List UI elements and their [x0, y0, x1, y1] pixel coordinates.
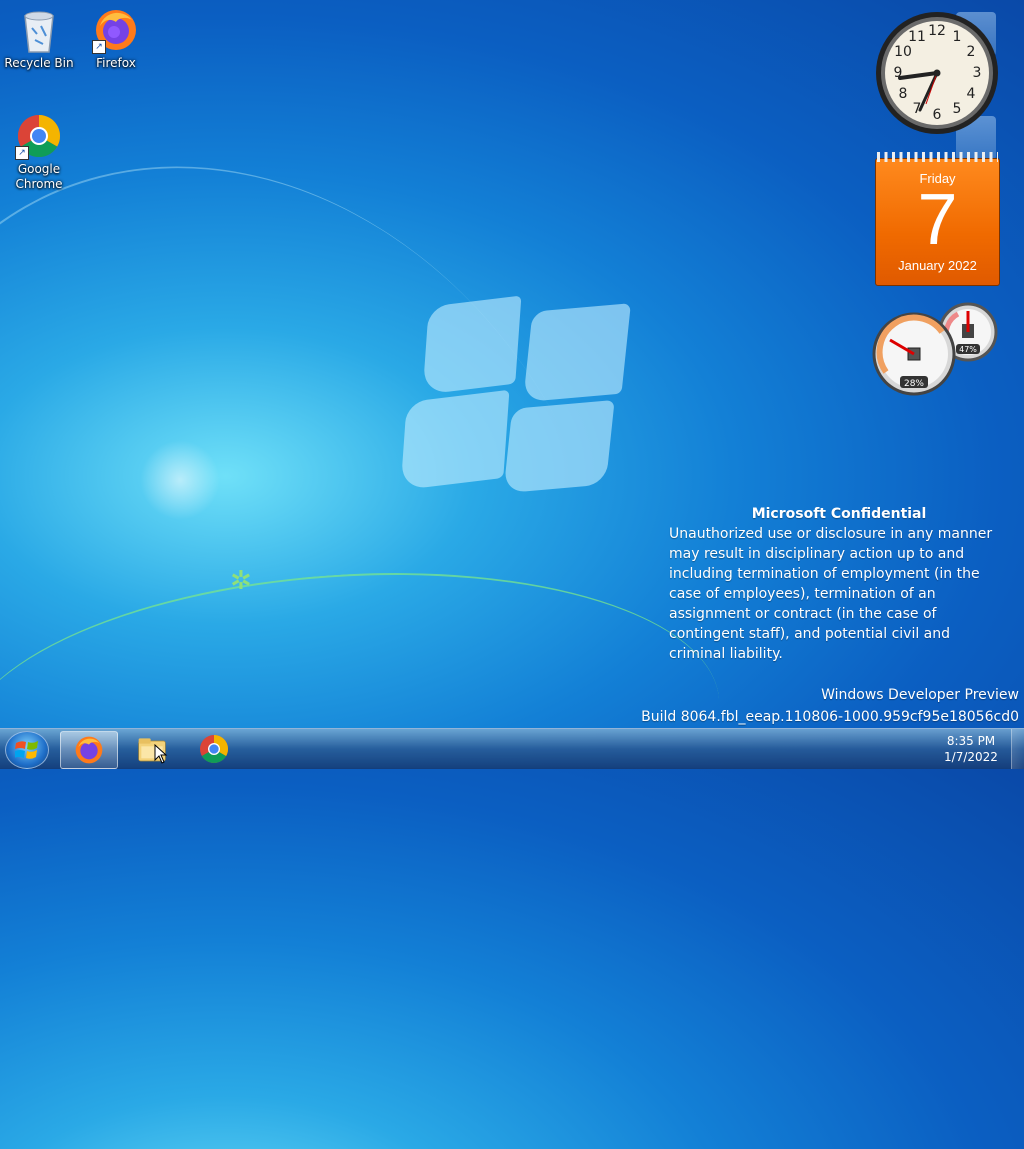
svg-text:2: 2	[967, 44, 976, 60]
svg-text:5: 5	[953, 101, 962, 117]
taskbar-button-firefox[interactable]	[60, 731, 118, 769]
calendar-gadget[interactable]: Friday 7 January 2022	[875, 152, 1000, 286]
windows-logo-wallpaper	[400, 279, 631, 494]
chrome-icon	[200, 735, 229, 764]
cpu-meter-gadget[interactable]: 28% 47%	[872, 302, 1000, 398]
tray-date: 1/7/2022	[944, 750, 998, 764]
svg-text:4: 4	[967, 86, 976, 102]
show-desktop-button[interactable]	[1011, 729, 1024, 769]
shortcut-arrow-icon: ↗	[15, 146, 29, 160]
chrome-icon: ↗	[15, 112, 63, 160]
tray-time: 8:35 PM	[946, 734, 996, 748]
windows-start-icon	[15, 741, 38, 759]
memory-percent: 47%	[959, 345, 977, 354]
svg-text:6: 6	[933, 107, 942, 123]
system-clock[interactable]: 8:35 PM 1/7/2022	[936, 733, 1006, 765]
firefox-icon	[75, 736, 103, 764]
calendar-page: Friday 7 January 2022	[875, 158, 1000, 286]
firefox-icon: ↗	[92, 6, 140, 54]
taskbar-button-explorer[interactable]	[124, 731, 180, 767]
gauge-icon: 28% 47%	[872, 302, 998, 396]
svg-text:11: 11	[908, 29, 926, 45]
desktop-icon-firefox[interactable]: ↗ Firefox	[78, 6, 154, 71]
confidential-title: Microsoft Confidential	[751, 506, 927, 522]
watermark-edition: Windows Developer Preview	[821, 687, 1019, 703]
watermark-build: Build 8064.fbl_eeap.110806-1000.959cf95e…	[641, 709, 1019, 725]
desktop-icon-label: Firefox	[96, 56, 136, 70]
svg-text:1: 1	[953, 29, 962, 45]
clock-gadget[interactable]: 12 1 2 345 678 9 10 11	[874, 10, 1000, 136]
desktop-icon-label: Recycle Bin	[4, 56, 74, 70]
svg-text:10: 10	[894, 44, 912, 60]
desktop-icon-google-chrome[interactable]: ↗ Google Chrome	[1, 112, 77, 192]
svg-text:8: 8	[899, 86, 908, 102]
calendar-month-year: January 2022	[898, 258, 977, 273]
cpu-percent: 28%	[904, 379, 924, 389]
confidential-notice: Microsoft Confidential Unauthorized use …	[669, 504, 1009, 664]
taskbar-button-chrome[interactable]	[186, 731, 242, 767]
mouse-cursor-icon	[154, 744, 168, 764]
start-button[interactable]	[5, 731, 49, 769]
desktop-icon-label: Google Chrome	[15, 162, 63, 191]
calendar-rings	[877, 152, 998, 162]
build-watermark: Windows Developer Preview Build 8064.fbl…	[641, 684, 1019, 728]
svg-text:12: 12	[928, 23, 946, 39]
calendar-date: 7	[917, 180, 958, 260]
analog-clock-icon: 12 12 345 678 91011	[876, 12, 998, 134]
wallpaper-sprout: ✲	[230, 566, 252, 596]
svg-text:3: 3	[973, 65, 982, 81]
shortcut-arrow-icon: ↗	[92, 40, 106, 54]
confidential-body: Unauthorized use or disclosure in any ma…	[669, 526, 993, 662]
desktop-icon-recycle-bin[interactable]: Recycle Bin	[1, 6, 77, 71]
recycle-bin-icon	[15, 6, 63, 54]
